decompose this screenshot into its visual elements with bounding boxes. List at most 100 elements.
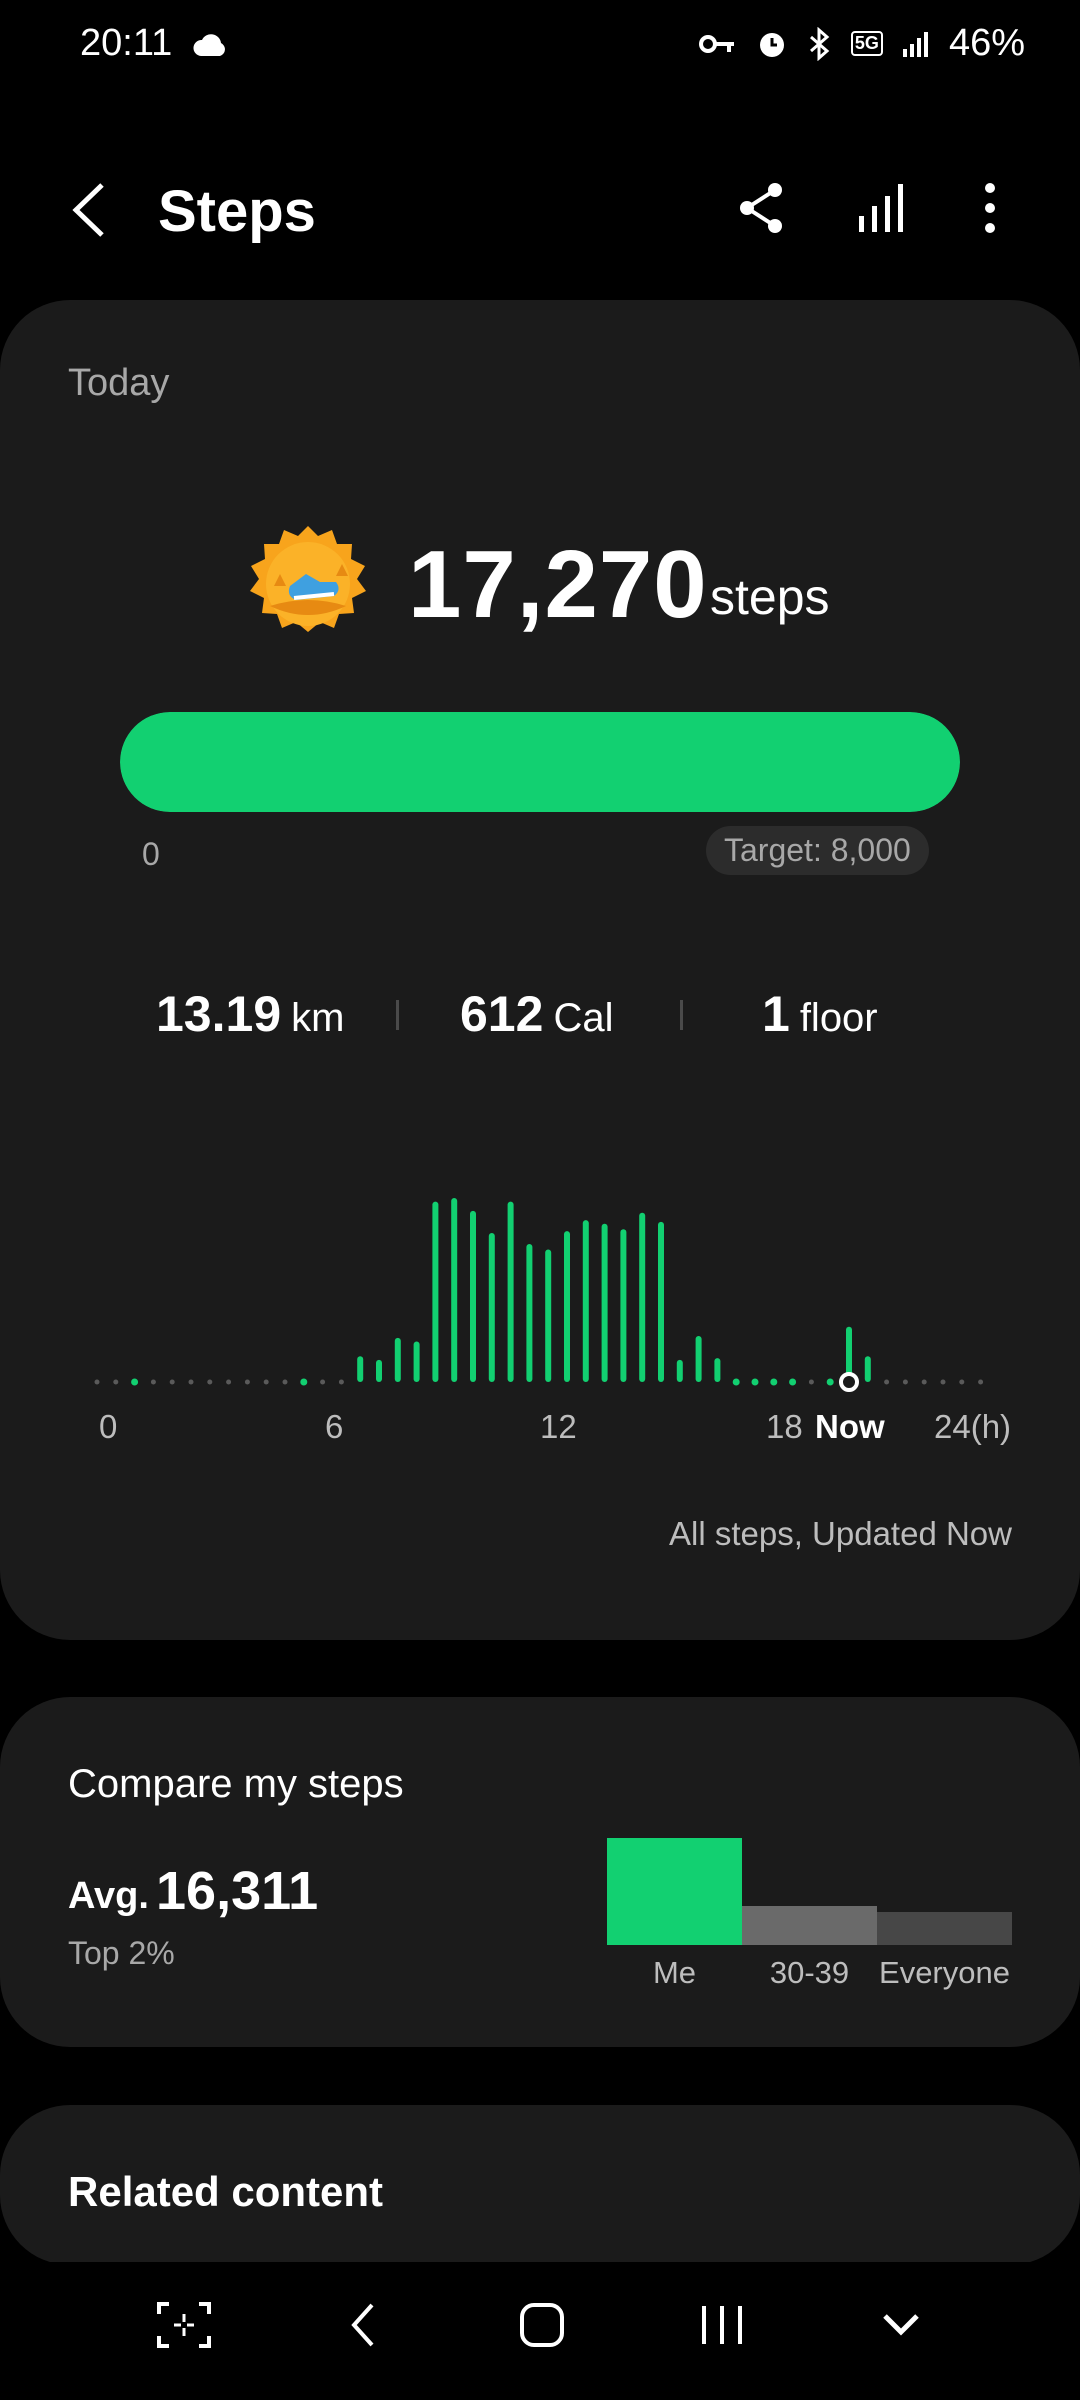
back-nav-icon[interactable]: [348, 2300, 378, 2350]
baseline-dot: [978, 1379, 984, 1385]
x-tick-now-label: Now: [815, 1408, 885, 1445]
hourly-bar: [582, 1220, 589, 1382]
hourly-bar: [620, 1229, 627, 1382]
chevron-down-icon[interactable]: [880, 2300, 922, 2350]
updated-status: All steps, Updated Now: [668, 1515, 1012, 1552]
goal-progress-fill: [120, 712, 960, 812]
compare-bar: [742, 1906, 877, 1945]
baseline-dot: [244, 1379, 250, 1385]
hourly-bar: [695, 1336, 702, 1382]
hourly-bar: [676, 1359, 683, 1382]
hourly-bar: [601, 1223, 608, 1382]
hourly-bar: [751, 1378, 759, 1386]
signal-icon: [902, 31, 928, 57]
hourly-bar: [732, 1378, 740, 1386]
baseline-dot: [940, 1379, 946, 1385]
rank-label: Top 2%: [68, 1935, 175, 1971]
hourly-bar: [564, 1231, 570, 1382]
baseline-dot: [226, 1379, 232, 1385]
baseline-dot: [150, 1379, 156, 1385]
hourly-bar: [545, 1249, 552, 1382]
compare-bar: [607, 1838, 742, 1945]
hourly-bar: [394, 1337, 401, 1382]
status-time: 20:11: [80, 22, 231, 65]
baseline-dot: [207, 1379, 213, 1385]
hourly-bar: [864, 1356, 871, 1382]
hourly-bar: [432, 1201, 439, 1382]
compare-bar-chart: [607, 1838, 1012, 1945]
hourly-bar: [413, 1341, 420, 1382]
period-label: Today: [68, 362, 170, 404]
hourly-bar: [488, 1232, 495, 1382]
stat-divider: [396, 1000, 399, 1030]
baseline-dot: [338, 1379, 344, 1385]
baseline-dot: [94, 1379, 100, 1385]
compare-title: Compare my steps: [68, 1762, 404, 1806]
baseline-dot: [188, 1379, 194, 1385]
screenshot-icon[interactable]: [155, 2300, 213, 2350]
baseline-dot: [113, 1379, 119, 1385]
x-tick-label: 12: [540, 1408, 577, 1445]
baseline-dot: [902, 1379, 908, 1385]
hourly-bar: [526, 1244, 533, 1382]
related-content-title: Related content: [68, 2168, 384, 2215]
x-tick-label: 24(h): [934, 1408, 1012, 1445]
more-icon[interactable]: [975, 180, 1005, 236]
home-icon[interactable]: [518, 2300, 566, 2350]
compare-bar: [877, 1911, 1012, 1945]
progress-min-label: 0: [142, 836, 160, 872]
back-icon[interactable]: [60, 175, 120, 245]
hourly-bar: [357, 1356, 364, 1382]
baseline-dot: [282, 1379, 288, 1385]
5g-icon: 5G: [850, 31, 883, 56]
floors-unit: floor: [799, 996, 878, 1040]
hourly-bar: [300, 1378, 308, 1386]
step-unit: steps: [710, 569, 830, 625]
calories-unit: Cal: [553, 996, 614, 1040]
stat-divider: [680, 1000, 683, 1030]
key-icon: [698, 34, 734, 53]
compare-label-me: Me: [652, 1955, 697, 1990]
baseline-dot: [884, 1379, 890, 1385]
hourly-bar: [826, 1378, 834, 1386]
hourly-bar: [131, 1378, 139, 1386]
distance-value: 13.19: [156, 986, 282, 1042]
floors-stat: 1 floor: [762, 985, 878, 1043]
achievement-medal-icon: [250, 526, 366, 632]
hourly-bar: [658, 1221, 664, 1382]
compare-label-everyone: Everyone: [879, 1955, 1010, 1990]
cloud-icon: [193, 34, 225, 56]
floors-value: 1: [762, 986, 790, 1042]
calories-value: 612: [460, 986, 544, 1042]
hourly-steps-chart[interactable]: [0, 1150, 1080, 1400]
baseline-dot: [320, 1379, 326, 1385]
x-tick-label: 6: [325, 1408, 344, 1445]
page-title: Steps: [158, 179, 316, 244]
avg-value: 16,311: [156, 1861, 319, 1921]
bluetooth-icon: [809, 26, 830, 61]
hourly-bar: [507, 1201, 514, 1382]
recents-icon[interactable]: [698, 2300, 746, 2350]
avg-label: Avg.: [68, 1875, 149, 1917]
share-icon[interactable]: [735, 180, 787, 236]
alarm-icon: [759, 32, 784, 57]
hourly-bar: [470, 1210, 476, 1382]
goal-progress-bar: [120, 712, 960, 812]
baseline-dot: [263, 1379, 269, 1385]
x-tick-label: 0: [99, 1408, 118, 1445]
calories-stat: 612 Cal: [460, 985, 613, 1043]
x-tick-label: 18: [766, 1408, 803, 1445]
compare-label-age: 30-39: [769, 1955, 850, 1990]
baseline-dot: [808, 1379, 814, 1385]
chart-icon[interactable]: [855, 180, 907, 236]
hourly-bar: [451, 1198, 458, 1382]
distance-unit: km: [291, 996, 345, 1040]
hourly-bar: [714, 1358, 721, 1382]
baseline-dot: [921, 1379, 927, 1385]
now-marker: [839, 1372, 859, 1392]
hourly-bar: [770, 1378, 778, 1386]
target-badge: Target: 8,000: [706, 826, 929, 875]
distance-stat: 13.19 km: [156, 985, 344, 1043]
status-icons: 5G 46%: [698, 22, 1025, 65]
hourly-bar: [789, 1378, 797, 1386]
